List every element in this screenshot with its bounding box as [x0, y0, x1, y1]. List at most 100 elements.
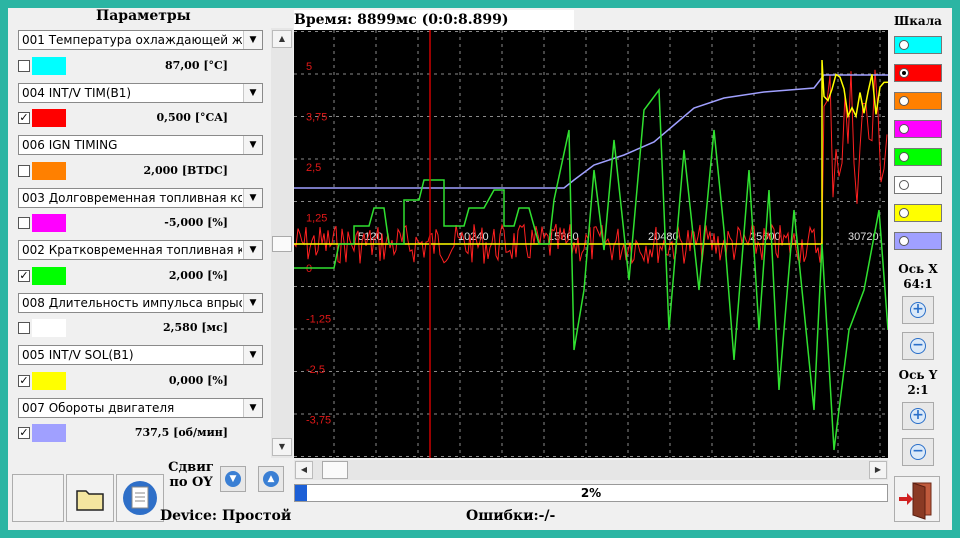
param-checkbox-8[interactable]: ✓ [18, 427, 30, 439]
param-color-2[interactable] [32, 109, 66, 127]
param-value-1: 87,00 [°C] [165, 59, 228, 72]
params-scrollbar[interactable]: ▲ ▼ [271, 28, 293, 458]
param-value-5: 2,000 [%] [168, 269, 228, 282]
param-select-5[interactable]: 002 Кратковременная топливная коррекция▼ [18, 240, 263, 260]
errors-status: Ошибки:-/- [466, 508, 556, 524]
param-select-1[interactable]: 001 Температура охлаждающей жидкости▼ [18, 30, 263, 50]
params-scroll-thumb[interactable] [272, 236, 292, 252]
y-tick-label: 2,5 [306, 162, 321, 174]
plot-series [293, 59, 889, 451]
param-color-3[interactable] [32, 162, 66, 180]
param-select-3[interactable]: 006 IGN TIMING ▼ [18, 135, 263, 155]
shift-up-button[interactable]: ▲ [258, 466, 284, 492]
scale-radio-6[interactable] [899, 180, 909, 190]
param-checkbox-3[interactable] [18, 165, 30, 177]
param-value-3: 2,000 [BTDC] [143, 164, 228, 177]
y-tick-label: -3,75 [306, 415, 331, 427]
param-checkbox-2[interactable]: ✓ [18, 112, 30, 124]
scroll-right-icon[interactable]: ▶ [869, 461, 887, 479]
axis-x-label: Ось X [898, 262, 938, 276]
time-scrollbar[interactable]: ◀ ▶ [294, 460, 888, 480]
folder-icon [76, 490, 104, 511]
shift-label-line1: Сдвиг [168, 460, 214, 475]
document-icon [123, 481, 157, 515]
param-checkbox-5[interactable]: ✓ [18, 270, 30, 282]
open-file-button[interactable] [66, 474, 114, 522]
exit-button[interactable] [894, 476, 940, 522]
param-select-7[interactable]: 005 INT/V SOL(B1) ▼ [18, 345, 263, 365]
param-color-1[interactable] [32, 57, 66, 75]
scale-option-8[interactable] [894, 232, 942, 250]
scroll-up-icon[interactable]: ▲ [272, 30, 292, 48]
progress-bar: 2% [294, 484, 888, 502]
scale-radio-4[interactable] [899, 124, 909, 134]
param-select-4[interactable]: 003 Долговременная топливная коррекция▼ [18, 188, 263, 208]
param-select-8[interactable]: 007 Обороты двигателя ▼ [18, 398, 263, 418]
document-button[interactable] [116, 474, 164, 522]
param-color-6[interactable] [32, 319, 66, 337]
chevron-down-icon: ▼ [243, 84, 262, 102]
scale-option-7[interactable] [894, 204, 942, 222]
plot-area[interactable]: 53,752,51,250-1,25-2,5-3,75-5 5120102401… [293, 30, 889, 477]
progress-text: 2% [580, 486, 602, 500]
axis-y-label: Ось Y [898, 368, 938, 382]
exit-door-icon [899, 482, 932, 520]
param-color-5[interactable] [32, 267, 66, 285]
scroll-left-icon[interactable]: ◀ [295, 461, 313, 479]
param-value-4: -5,000 [%] [164, 216, 228, 229]
blank-button[interactable] [12, 474, 64, 522]
param-checkbox-7[interactable]: ✓ [18, 375, 30, 387]
axis-y-zoom-in-button[interactable]: + [902, 402, 934, 430]
axis-x-ratio: 64:1 [903, 277, 933, 291]
param-select-6[interactable]: 008 Длительность импульса впрыска ▼ [18, 293, 263, 313]
scale-option-5[interactable] [894, 148, 942, 166]
scale-radio-1[interactable] [899, 40, 909, 50]
scale-radio-5[interactable] [899, 152, 909, 162]
time-label: Время: 8899мс (0:0:8.899) [294, 10, 574, 30]
param-value-6: 2,580 [мс] [163, 321, 228, 334]
param-color-8[interactable] [32, 424, 66, 442]
param-checkbox-1[interactable] [18, 60, 30, 72]
scale-option-6[interactable] [894, 176, 942, 194]
scroll-down-icon[interactable]: ▼ [272, 438, 292, 456]
y-tick-label: 1,25 [306, 213, 327, 225]
y-tick-label: -2,5 [306, 364, 325, 376]
series-int-v-sol [294, 59, 889, 245]
chevron-down-icon: ▼ [243, 399, 262, 417]
scale-title: Шкала [894, 14, 942, 28]
shift-down-button[interactable]: ▼ [220, 466, 246, 492]
params-title: Параметры [96, 8, 191, 24]
chevron-down-icon: ▼ [243, 136, 262, 154]
scale-radio-7[interactable] [899, 208, 909, 218]
chevron-down-icon: ▼ [243, 346, 262, 364]
main-window: Параметры 001 Температура охлаждающей жи… [8, 8, 952, 530]
param-value-2: 0,500 [°CA] [156, 111, 229, 124]
param-checkbox-4[interactable] [18, 217, 30, 229]
scale-option-2[interactable] [894, 64, 942, 82]
param-color-7[interactable] [32, 372, 66, 390]
zoom-in-icon: + [910, 408, 926, 424]
shift-label-line2: по OY [169, 475, 213, 490]
y-tick-label: -1,25 [306, 314, 331, 326]
scale-radio-3[interactable] [899, 96, 909, 106]
axis-x-zoom-out-button[interactable]: − [902, 332, 934, 360]
param-checkbox-6[interactable] [18, 322, 30, 334]
series-short-term-fuel-trim [294, 87, 889, 451]
zoom-out-icon: − [910, 444, 926, 460]
device-status: Device: Простой [160, 508, 292, 524]
chevron-down-icon: ▼ [243, 31, 262, 49]
axis-x-zoom-in-button[interactable]: + [902, 296, 934, 324]
param-select-2[interactable]: 004 INT/V TIM(B1) ▼ [18, 83, 263, 103]
param-value-8: 737,5 [об/мин] [134, 426, 228, 439]
axis-y-zoom-out-button[interactable]: − [902, 438, 934, 466]
scale-option-3[interactable] [894, 92, 942, 110]
y-tick-label: 0 [306, 263, 312, 275]
zoom-in-icon: + [910, 302, 926, 318]
scale-radio-8[interactable] [899, 236, 909, 246]
zoom-out-icon: − [910, 338, 926, 354]
time-scroll-thumb[interactable] [322, 461, 348, 479]
scale-radio-2[interactable] [899, 68, 909, 78]
scale-option-1[interactable] [894, 36, 942, 54]
scale-option-4[interactable] [894, 120, 942, 138]
param-color-4[interactable] [32, 214, 66, 232]
